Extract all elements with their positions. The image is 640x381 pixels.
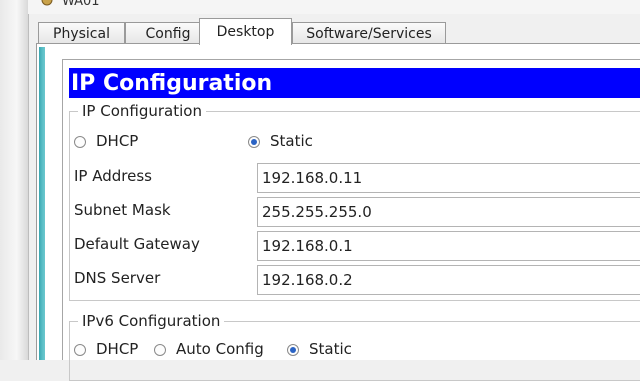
ipv4-static-label: Static — [270, 132, 313, 150]
page-title: IP Configuration — [69, 68, 640, 98]
tab-label: Physical — [53, 25, 110, 42]
tab-label: Config — [145, 25, 191, 42]
tab-bar: Physical Config Desktop Software/Service… — [36, 14, 640, 45]
ipv6-dhcp-radio[interactable] — [74, 344, 86, 356]
ipv6-dhcp-label: DHCP — [96, 340, 139, 358]
window-left-border — [0, 0, 29, 360]
tab-physical[interactable]: Physical — [38, 22, 125, 44]
dns-server-label: DNS Server — [74, 269, 161, 287]
tab-label: Desktop — [216, 24, 275, 40]
ipv4-dhcp-radio[interactable] — [74, 136, 86, 148]
tab-label: Software/Services — [306, 25, 432, 42]
ipv4-static-radio[interactable] — [248, 136, 260, 148]
router-icon — [41, 0, 53, 6]
ipv6-static-label: Static — [309, 340, 352, 358]
tab-software-services[interactable]: Software/Services — [292, 22, 446, 44]
ip-address-label: IP Address — [74, 167, 152, 185]
window-title: WA01 — [62, 0, 100, 9]
ip-address-input[interactable] — [257, 163, 640, 193]
default-gateway-input[interactable] — [257, 231, 640, 261]
subnet-mask-label: Subnet Mask — [74, 201, 171, 219]
tab-desktop[interactable]: Desktop — [199, 18, 292, 45]
ipv6-auto-config-label: Auto Config — [176, 340, 264, 358]
window-titlebar: WA01 — [28, 0, 640, 14]
ipv4-group-legend: IP Configuration — [78, 102, 206, 120]
ipv6-static-radio[interactable] — [287, 344, 299, 356]
ipv4-dhcp-label: DHCP — [96, 132, 139, 150]
page-title-text: IP Configuration — [71, 70, 273, 96]
default-gateway-label: Default Gateway — [74, 235, 200, 253]
subnet-mask-input[interactable] — [257, 197, 640, 227]
ipv6-auto-config-radio[interactable] — [154, 344, 166, 356]
dns-server-input[interactable] — [257, 265, 640, 295]
ipv6-group-legend: IPv6 Configuration — [78, 312, 225, 330]
